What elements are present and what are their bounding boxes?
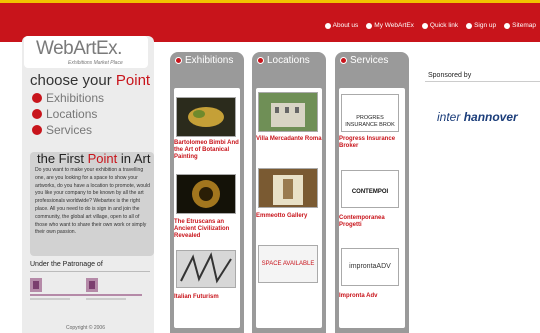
bullet-icon (175, 57, 182, 64)
menu-item-locations[interactable]: Locations (32, 106, 104, 122)
bullet-icon (32, 93, 42, 103)
bullet-icon (504, 22, 511, 29)
location-caption-1[interactable]: Villa Mercadante Roma (256, 136, 322, 143)
column-header[interactable]: Exhibitions (170, 55, 244, 66)
patron-logo-1 (30, 278, 86, 300)
bullet-icon (257, 57, 264, 64)
exhibition-caption-2[interactable]: The Etruscans an Ancient Civilization Re… (174, 219, 240, 240)
exhibition-thumb-2[interactable] (176, 174, 236, 214)
service-caption-2[interactable]: Contemporanea Progetti (339, 215, 405, 229)
column-content: Villa Mercadante Roma Emmeotto Gallery S… (256, 88, 322, 328)
services-column: Services PROGRES INSURANCE BROK Progress… (335, 52, 409, 333)
copyright: Copyright © 2006 (66, 325, 105, 331)
bullet-icon (32, 109, 42, 119)
left-menu: Exhibitions Locations Services (32, 90, 104, 138)
sponsor-logo[interactable]: inter hannover (437, 110, 518, 124)
service-caption-1[interactable]: Progress Insurance Broker (339, 136, 405, 150)
bullet-icon (421, 22, 428, 29)
column-header[interactable]: Locations (252, 55, 326, 66)
intro-text: Do you want to make your exhibition a tr… (35, 167, 150, 236)
nav-quick-link[interactable]: Quick link (421, 22, 458, 29)
nav-sitemap[interactable]: Sitemap (504, 22, 536, 29)
logo-tagline: Exhibitions Market Place (68, 60, 123, 66)
location-thumb-1[interactable] (258, 92, 318, 132)
column-content: Bartolomeo Bimbi And the Art of Botanica… (174, 88, 240, 328)
bullet-icon (324, 22, 331, 29)
location-caption-2[interactable]: Emmeotto Gallery (256, 213, 307, 220)
bullet-icon (366, 22, 373, 29)
bullet-icon (466, 22, 473, 29)
nav-sign-up[interactable]: Sign up (466, 22, 496, 29)
nav-about-us[interactable]: About us (324, 22, 358, 29)
divider (425, 81, 540, 82)
contempo-logo[interactable]: CONTEMPOI (341, 170, 399, 208)
bullet-icon (32, 125, 42, 135)
top-navigation: About us My WebArtEx Quick link Sign up … (324, 22, 536, 29)
exhibition-thumb-1[interactable] (176, 97, 236, 137)
locations-column: Locations Villa Mercadante Roma Emmeotto… (252, 52, 326, 333)
impronta-logo[interactable]: improntaADV (341, 248, 399, 286)
location-thumb-2[interactable] (258, 168, 318, 208)
space-available-box[interactable]: SPACE AVAILABLE (258, 245, 318, 283)
exhibitions-column: Exhibitions Bartolomeo Bimbi And the Art… (170, 52, 244, 333)
menu-item-services[interactable]: Services (32, 122, 104, 138)
divider (30, 271, 150, 272)
bullet-icon (340, 57, 347, 64)
sponsored-by-label: Sponsored by (428, 72, 472, 79)
progress-logo[interactable]: PROGRES INSURANCE BROK (341, 94, 399, 132)
service-caption-3[interactable]: Impronta Adv (339, 293, 377, 300)
patronage-heading: Under the Patronage of (30, 261, 103, 268)
column-content: PROGRES INSURANCE BROK Progress Insuranc… (339, 88, 405, 328)
patron-logo-2 (86, 278, 142, 300)
site-logo[interactable]: WebArtEx. (36, 38, 122, 60)
exhibition-caption-3[interactable]: Italian Futurism (174, 294, 219, 301)
exhibition-thumb-3[interactable] (176, 250, 236, 288)
exhibition-caption-1[interactable]: Bartolomeo Bimbi And the Art of Botanica… (174, 140, 240, 161)
intro-title: the First Point in Art (37, 151, 151, 166)
column-header[interactable]: Services (335, 55, 409, 66)
nav-my-webartex[interactable]: My WebArtEx (366, 22, 414, 29)
choose-heading: choose your Point (30, 72, 151, 89)
menu-item-exhibitions[interactable]: Exhibitions (32, 90, 104, 106)
